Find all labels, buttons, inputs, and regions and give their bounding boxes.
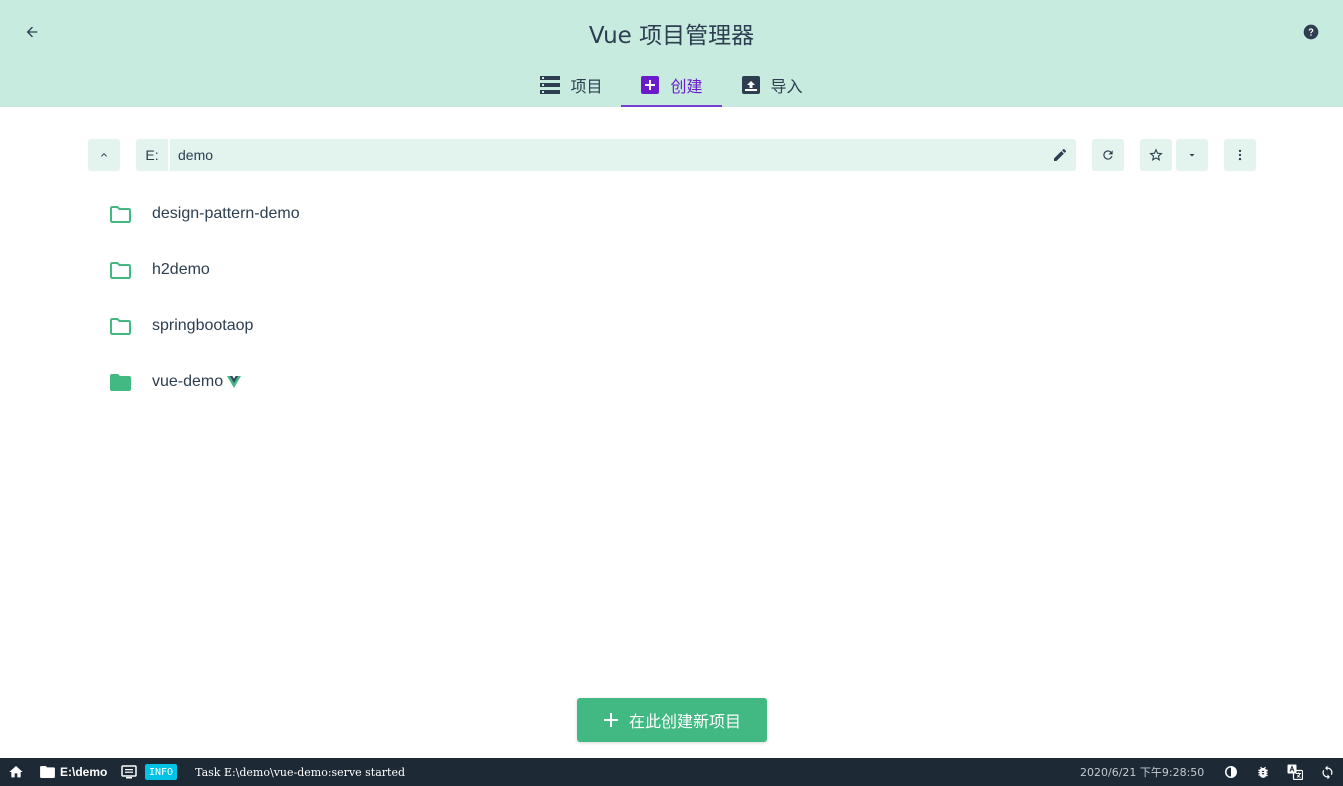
- list-item[interactable]: vue-demo: [100, 354, 1250, 410]
- list-icon: [540, 75, 561, 95]
- favorites-dropdown-button[interactable]: [1176, 139, 1208, 171]
- dark-mode-button[interactable]: [1223, 764, 1239, 780]
- star-outline-icon: [1149, 148, 1163, 161]
- list-item[interactable]: h2demo: [100, 242, 1250, 298]
- refresh-icon: [1103, 150, 1113, 160]
- home-icon: [9, 766, 23, 778]
- log-message: Task E:\demo\vue-demo:serve started: [195, 765, 406, 779]
- translate-icon: [1287, 764, 1303, 780]
- translate-button[interactable]: [1287, 764, 1303, 780]
- sync-icon: [1322, 765, 1332, 779]
- status-bar: E:\demo INFO Task E:\demo\vue-demo:serve…: [0, 758, 1343, 786]
- tab-create-label: 创建: [670, 77, 703, 96]
- tab-bar: 项目 创建 导入: [0, 63, 1343, 107]
- pencil-icon[interactable]: [1052, 147, 1068, 163]
- path-input[interactable]: [170, 139, 1030, 171]
- unarchive-icon: [741, 75, 761, 95]
- vue-logo-icon: [227, 375, 242, 393]
- create-project-label: 在此创建新项目: [628, 712, 741, 731]
- page-title: Vue 项目管理器: [588, 23, 755, 49]
- bug-icon: [1258, 766, 1268, 778]
- folder-name: vue-demo: [152, 373, 224, 390]
- refresh-button[interactable]: [1092, 139, 1124, 171]
- home-button[interactable]: [8, 764, 24, 783]
- app-header: Vue 项目管理器 项目 创建 导入: [0, 0, 1343, 107]
- add-box-icon: [640, 75, 660, 95]
- tab-projects[interactable]: 项目: [521, 63, 621, 107]
- folder-name: h2demo: [152, 261, 210, 278]
- folder-list: design-pattern-demo h2demo springbootaop…: [100, 186, 1250, 410]
- folder-outline-icon: [100, 258, 140, 282]
- more-options-button[interactable]: [1224, 139, 1256, 171]
- help-icon: [1303, 24, 1319, 40]
- bug-report-button[interactable]: [1255, 764, 1271, 780]
- help-button[interactable]: [1297, 18, 1325, 46]
- list-item[interactable]: springbootaop: [100, 298, 1250, 354]
- plus-icon: [603, 713, 618, 727]
- favorite-button[interactable]: [1140, 139, 1172, 171]
- folder-outline-icon: [100, 314, 140, 338]
- tab-create[interactable]: 创建: [621, 63, 722, 107]
- contrast-icon: [1225, 766, 1237, 778]
- folder-name: springbootaop: [152, 317, 254, 334]
- drive-selector[interactable]: E:: [136, 139, 168, 171]
- status-time: 2020/6/21 下午9:28:50: [1080, 766, 1205, 779]
- current-folder-button[interactable]: E:\demo: [40, 758, 107, 786]
- log-level-badge: INFO: [145, 764, 178, 780]
- folder-toolbar: E:: [88, 139, 1256, 171]
- folder-filled-icon: [100, 370, 140, 394]
- path-field: [170, 139, 1076, 171]
- create-project-button[interactable]: 在此创建新项目: [577, 698, 767, 742]
- more-vertical-icon: [1238, 149, 1242, 161]
- parent-folder-button[interactable]: [88, 139, 120, 171]
- folder-name: design-pattern-demo: [152, 205, 300, 222]
- caret-down-icon: [1189, 154, 1195, 157]
- current-folder-path: E:\demo: [60, 765, 108, 779]
- sync-button[interactable]: [1319, 764, 1335, 780]
- tab-import[interactable]: 导入: [722, 63, 822, 107]
- console-log-button[interactable]: INFO Task E:\demo\vue-demo:serve started: [121, 758, 405, 786]
- folder-outline-icon: [100, 202, 140, 226]
- tab-import-label: 导入: [770, 77, 803, 96]
- folder-icon: [40, 766, 55, 778]
- tab-projects-label: 项目: [570, 77, 603, 96]
- chevron-up-icon: [101, 153, 107, 157]
- list-item[interactable]: design-pattern-demo: [100, 186, 1250, 242]
- console-icon: [121, 765, 137, 779]
